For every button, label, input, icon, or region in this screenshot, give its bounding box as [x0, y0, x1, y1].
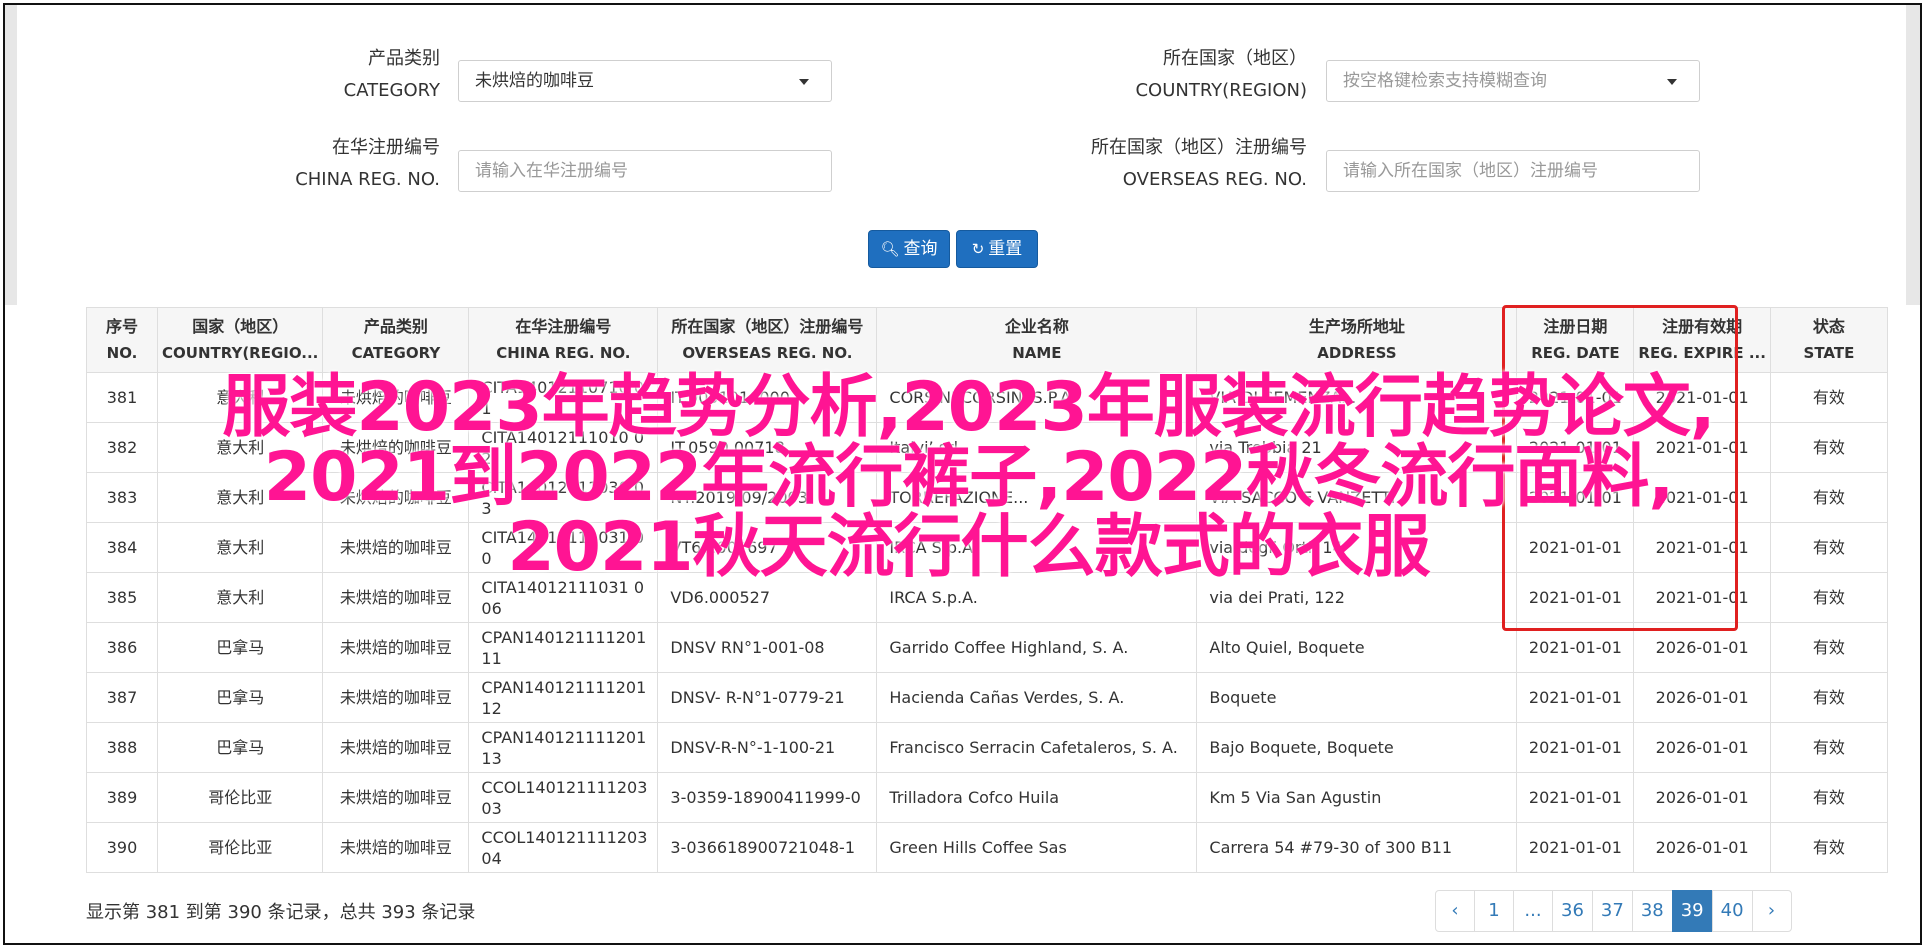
- category-select-value: 未烘焙的咖啡豆: [475, 71, 594, 91]
- cell-state: 有效: [1769, 672, 1888, 723]
- cell-state: 有效: [1769, 622, 1888, 673]
- china-reg-label: 在华注册编号 CHINA REG. NO.: [295, 137, 440, 190]
- cell-name: Trilladora Cofco Huila: [876, 772, 1198, 823]
- overseas-reg-placeholder: 请输入所在国家（地区）注册编号: [1343, 161, 1598, 181]
- cell-country: 巴拿马: [156, 672, 324, 723]
- cell-country: 哥伦比亚: [156, 772, 324, 823]
- header-name[interactable]: 企业名称 NAME: [876, 307, 1198, 373]
- search-button[interactable]: 🔍︎ 查询: [868, 230, 950, 268]
- cell-name: Francisco Serracin Cafetaleros, S. A.: [876, 722, 1198, 773]
- pager-page-button[interactable]: 36: [1552, 890, 1593, 932]
- cell-expire: 2026-01-01: [1633, 772, 1771, 823]
- cell-address: Bajo Boquete, Boquete: [1196, 722, 1518, 773]
- cell-no: 386: [86, 622, 158, 673]
- cell-category: 未烘焙的咖啡豆: [322, 822, 470, 873]
- cell-state: 有效: [1769, 772, 1888, 823]
- cell-no: 388: [86, 722, 158, 773]
- chevron-down-icon: [799, 79, 809, 85]
- table-row: 388 巴拿马 未烘焙的咖啡豆 CPAN14012111120113 DNSV-R-N°…: [86, 722, 1888, 773]
- cell-overseas-reg: DNSV-R-N°-1-100-21: [657, 722, 878, 773]
- cell-category: 未烘焙的咖啡豆: [322, 622, 470, 673]
- pager-prev-button[interactable]: ‹: [1435, 890, 1475, 932]
- cell-state: 有效: [1769, 822, 1888, 873]
- pager-page-button[interactable]: 38: [1631, 890, 1673, 932]
- pager-page-button[interactable]: 37: [1591, 890, 1633, 932]
- reset-button[interactable]: ↻ 重置: [956, 230, 1038, 268]
- page-frame: 产品类别 CATEGORY 未烘焙的咖啡豆 所在国家（地区） COUNTRY(R…: [3, 3, 1922, 945]
- left-edge: [5, 5, 17, 305]
- header-state[interactable]: 状态 STATE: [1769, 307, 1888, 373]
- cell-china-reg: CPAN14012111120113: [468, 722, 659, 773]
- cell-name: Garrido Coffee Highland, S. A.: [876, 622, 1198, 673]
- table-row: 387 巴拿马 未烘焙的咖啡豆 CPAN14012111120112 DNSV- R-N…: [86, 672, 1888, 723]
- overlay-caption: 服装2023年趋势分析,2023年服装流行趋势论文, 2021到2022年流行裤…: [5, 368, 1920, 587]
- cell-country: 哥伦比亚: [156, 822, 324, 873]
- country-select[interactable]: 按空格键检索支持模糊查询: [1326, 60, 1700, 102]
- cell-name: Hacienda Cañas Verdes, S. A.: [876, 672, 1198, 723]
- pager-next-button[interactable]: ›: [1751, 890, 1792, 932]
- cell-address: Km 5 Via San Agustin: [1196, 772, 1518, 823]
- cell-address: Carrera 54 #79-30 of 300 B11: [1196, 822, 1518, 873]
- cell-china-reg: CCOL14012111120303: [468, 772, 659, 823]
- cell-overseas-reg: DNSV RN°1-001-08: [657, 622, 878, 673]
- cell-expire: 2026-01-01: [1633, 672, 1771, 723]
- overseas-reg-input[interactable]: 请输入所在国家（地区）注册编号: [1326, 150, 1700, 192]
- cell-name: Green Hills Coffee Sas: [876, 822, 1198, 873]
- country-select-placeholder: 按空格键检索支持模糊查询: [1343, 71, 1547, 91]
- reset-button-label: 重置: [988, 239, 1023, 259]
- country-label: 所在国家（地区） COUNTRY(REGION): [1135, 48, 1307, 101]
- overseas-reg-label: 所在国家（地区）注册编号 OVERSEAS REG. NO.: [1091, 137, 1307, 190]
- cell-no: 390: [86, 822, 158, 873]
- china-reg-placeholder: 请输入在华注册编号: [475, 161, 628, 181]
- search-button-label: 查询: [903, 239, 938, 259]
- cell-china-reg: CPAN14012111120111: [468, 622, 659, 673]
- cell-expire: 2026-01-01: [1633, 722, 1771, 773]
- overlay-line-3: 2021秋天流行什么款式的衣服: [507, 508, 1430, 587]
- cell-reg-date: 2021-01-01: [1516, 672, 1635, 723]
- cell-country: 巴拿马: [156, 722, 324, 773]
- header-overseas-reg[interactable]: 所在国家（地区）注册编号 OVERSEAS REG. NO.: [657, 307, 878, 373]
- pager-page-button[interactable]: ...: [1513, 890, 1553, 932]
- china-reg-input[interactable]: 请输入在华注册编号: [458, 150, 832, 192]
- pager-page-button[interactable]: 39: [1671, 890, 1713, 932]
- search-icon: 🔍︎: [880, 240, 900, 258]
- header-address[interactable]: 生产场所地址 ADDRESS: [1196, 307, 1518, 373]
- cell-country: 巴拿马: [156, 622, 324, 673]
- refresh-icon: ↻: [971, 240, 985, 258]
- cell-category: 未烘焙的咖啡豆: [322, 672, 470, 723]
- category-select[interactable]: 未烘焙的咖啡豆: [458, 60, 832, 102]
- header-category[interactable]: 产品类别 CATEGORY: [322, 307, 470, 373]
- cell-china-reg: CCOL14012111120304: [468, 822, 659, 873]
- category-label: 产品类别 CATEGORY: [343, 48, 440, 101]
- right-edge: [1906, 5, 1920, 305]
- cell-category: 未烘焙的咖啡豆: [322, 772, 470, 823]
- cell-address: Boquete: [1196, 672, 1518, 723]
- overlay-line-1: 服装2023年趋势分析,2023年服装流行趋势论文,: [222, 368, 1715, 447]
- cell-reg-date: 2021-01-01: [1516, 772, 1635, 823]
- pager-page-button[interactable]: 1: [1474, 890, 1514, 932]
- cell-china-reg: CPAN14012111120112: [468, 672, 659, 723]
- overlay-line-2: 2021到2022年流行裤子,2022秋冬流行面料,: [263, 438, 1674, 517]
- cell-state: 有效: [1769, 722, 1888, 773]
- cell-address: Alto Quiel, Boquete: [1196, 622, 1518, 673]
- table-row: 389 哥伦比亚 未烘焙的咖啡豆 CCOL14012111120303 3-0359-1…: [86, 772, 1888, 823]
- cell-category: 未烘焙的咖啡豆: [322, 722, 470, 773]
- header-country[interactable]: 国家（地区） COUNTRY(REGIO...: [156, 307, 324, 373]
- cell-overseas-reg: 3-0359-18900411999-0: [657, 772, 878, 823]
- table-row: 390 哥伦比亚 未烘焙的咖啡豆 CCOL14012111120304 3-036618…: [86, 822, 1888, 873]
- cell-overseas-reg: 3-036618900721048-1: [657, 822, 878, 873]
- cell-overseas-reg: DNSV- R-N°1-0779-21: [657, 672, 878, 723]
- chevron-down-icon: [1667, 79, 1677, 85]
- cell-no: 387: [86, 672, 158, 723]
- cell-reg-date: 2021-01-01: [1516, 722, 1635, 773]
- header-china-reg[interactable]: 在华注册编号 CHINA REG. NO.: [468, 307, 659, 373]
- record-summary: 显示第 381 到第 390 条记录，总共 393 条记录: [86, 902, 476, 923]
- cell-reg-date: 2021-01-01: [1516, 822, 1635, 873]
- cell-no: 389: [86, 772, 158, 823]
- pager-page-button[interactable]: 40: [1711, 890, 1753, 932]
- header-no[interactable]: 序号 NO.: [86, 307, 158, 373]
- pagination: ‹ 1... 36 37 38 39 40 ›: [1435, 890, 1792, 932]
- cell-expire: 2026-01-01: [1633, 822, 1771, 873]
